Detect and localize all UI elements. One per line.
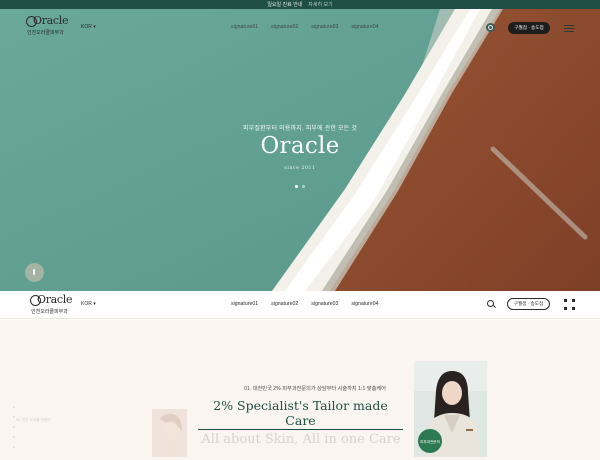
model-thumbnail [152,409,187,457]
section-kicker: 01. 대한민국 2% 피부과전문의가 상담부터 시술까지 1:1 맞춤케어 [244,386,386,392]
section-headline: 2% Specialist's Tailor made Care [198,398,403,430]
search-icon[interactable] [487,300,494,307]
menu-item-signature01[interactable]: signature01 [231,24,258,30]
branch-button[interactable]: 구월점 · 송도점 [508,22,550,34]
menu-item-signature04[interactable]: signature04 [351,24,378,30]
menu-item-signature03[interactable]: signature03 [311,24,338,30]
branch-button[interactable]: 구월점 · 송도점 [507,298,550,310]
logo[interactable]: Oracle 인천오라클피부과 [26,14,69,38]
search-icon[interactable] [486,23,495,32]
notice-bar: 일요일 진료 안내 자세히 보기 [0,0,600,9]
hamburger-menu-icon[interactable] [564,23,574,33]
specialist-section: 01. 인천 오라클 전문의 01. 대한민국 2% 피부과전문의가 상담부터 … [0,320,600,460]
hero-brand-name: Oracle [260,133,340,159]
slide-indicator [295,185,305,188]
section-progress [13,406,16,456]
grid-menu-icon[interactable] [564,299,575,310]
language-selector[interactable]: KOR ▾ [81,24,96,30]
main-menu: signature01 signature02 signature03 sign… [231,24,379,30]
menu-item-signature02[interactable]: signature02 [271,301,298,307]
slide-dot[interactable] [295,185,298,188]
logo-subtext: 인천오라클피부과 [31,309,68,315]
hero-banner: 피부질환부터 미용까지, 피부에 관한 모든 것 Oracle since 20… [0,9,600,291]
svg-text:피부과전문의: 피부과전문의 [420,439,440,444]
scroll-down-icon[interactable] [25,263,44,282]
hero-tagline: 피부질환부터 미용까지, 피부에 관한 모든 것 [242,126,358,132]
logo-text: Oracle [33,14,69,27]
doctor-photo: 피부과전문의 [414,361,487,457]
logo[interactable]: Oracle 인천오라클피부과 [30,293,73,317]
language-selector[interactable]: KOR ▾ [81,301,96,307]
specialist-badge: 피부과전문의 [418,429,442,453]
logo-subtext: 인천오라클피부과 [27,30,64,36]
notice-text: 일요일 진료 안내 [267,2,303,8]
section-side-label: 01. 인천 오라클 전문의 [16,418,51,422]
slide-dot[interactable] [302,185,305,188]
menu-item-signature04[interactable]: signature04 [351,301,378,307]
logo-text: Oracle [37,293,73,306]
main-menu: signature01 signature02 signature03 sign… [231,301,379,307]
section-subhead: All about Skin, All in one Care [201,432,401,447]
sticky-header: Oracle 인천오라클피부과 KOR ▾ signature01 signat… [0,291,600,319]
menu-item-signature03[interactable]: signature03 [311,301,338,307]
hero-since: since 2011 [284,166,316,171]
menu-item-signature02[interactable]: signature02 [271,24,298,30]
notice-more-link[interactable]: 자세히 보기 [308,1,332,8]
hero-header: Oracle 인천오라클피부과 KOR ▾ signature01 signat… [0,9,600,43]
menu-item-signature01[interactable]: signature01 [231,301,258,307]
